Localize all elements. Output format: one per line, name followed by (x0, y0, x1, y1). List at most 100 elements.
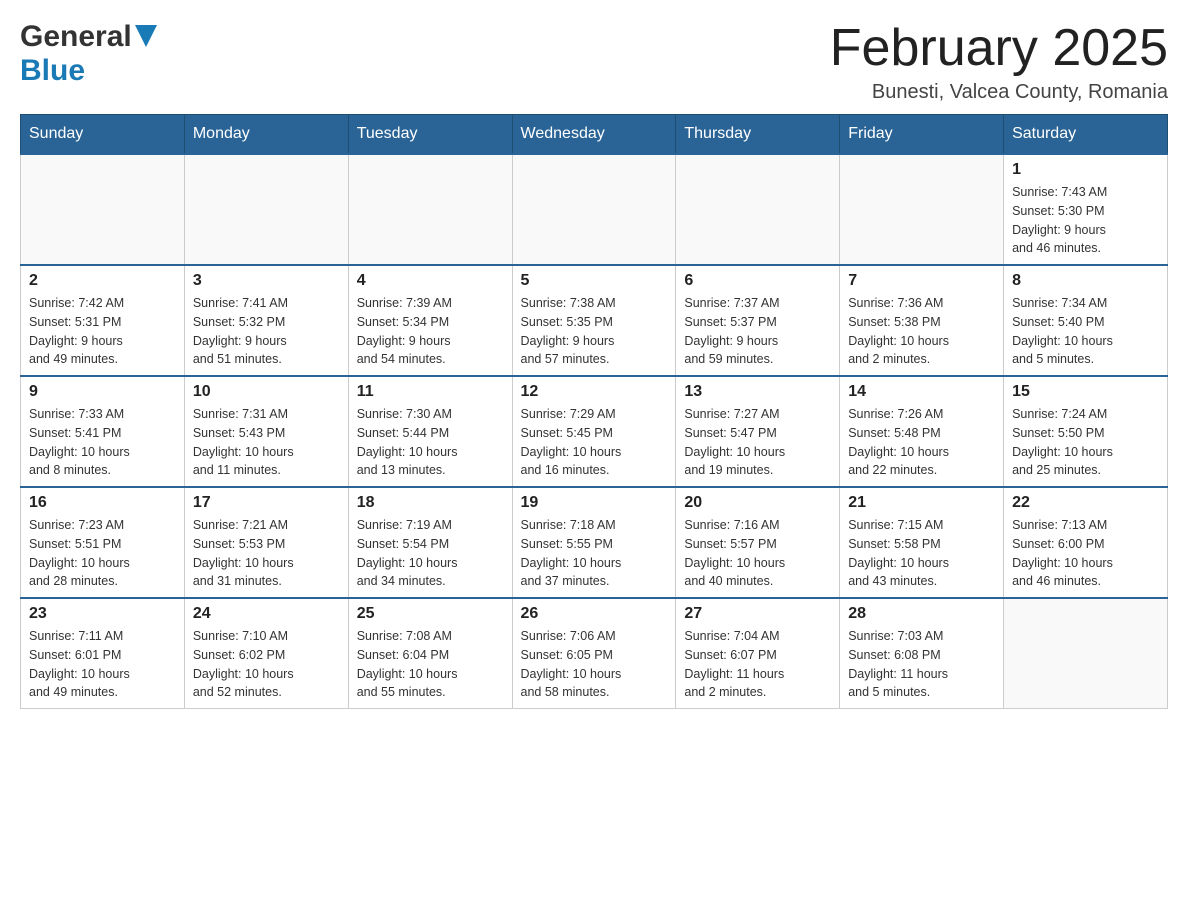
day-info: Sunrise: 7:16 AM Sunset: 5:57 PM Dayligh… (684, 516, 831, 591)
day-number: 15 (1012, 383, 1159, 401)
day-number: 23 (29, 605, 176, 623)
day-number: 16 (29, 494, 176, 512)
calendar-week-row: 9 Sunrise: 7:33 AM Sunset: 5:41 PM Daylig… (21, 376, 1168, 487)
day-number: 22 (1012, 494, 1159, 512)
calendar-week-row: 1Sunrise: 7:43 AM Sunset: 5:30 PM Daylig… (21, 154, 1168, 265)
day-info: Sunrise: 7:39 AM Sunset: 5:34 PM Dayligh… (357, 294, 504, 369)
calendar-header-row: Sunday Monday Tuesday Wednesday Thursday… (21, 115, 1168, 155)
day-info: Sunrise: 7:42 AM Sunset: 5:31 PM Dayligh… (29, 294, 176, 369)
table-row: 26Sunrise: 7:06 AM Sunset: 6:05 PM Dayli… (512, 598, 676, 709)
day-info: Sunrise: 7:36 AM Sunset: 5:38 PM Dayligh… (848, 294, 995, 369)
table-row: 13 Sunrise: 7:27 AM Sunset: 5:47 PM Dayli… (676, 376, 840, 487)
calendar-week-row: 23 Sunrise: 7:11 AM Sunset: 6:01 PM Dayli… (21, 598, 1168, 709)
day-number: 25 (357, 605, 504, 623)
table-row: 7 Sunrise: 7:36 AM Sunset: 5:38 PM Daylig… (840, 265, 1004, 376)
header-thursday: Thursday (676, 115, 840, 155)
day-info: Sunrise: 7:11 AM Sunset: 6:01 PM Dayligh… (29, 627, 176, 702)
table-row: 20 Sunrise: 7:16 AM Sunset: 5:57 PM Dayli… (676, 487, 840, 598)
day-info: Sunrise: 7:19 AM Sunset: 5:54 PM Dayligh… (357, 516, 504, 591)
page-header: General Blue February 2025 Bunesti, Valc… (20, 20, 1168, 104)
calendar-week-row: 16 Sunrise: 7:23 AM Sunset: 5:51 PM Dayli… (21, 487, 1168, 598)
table-row: 10Sunrise: 7:31 AM Sunset: 5:43 PM Dayli… (184, 376, 348, 487)
table-row (184, 154, 348, 265)
table-row (840, 154, 1004, 265)
table-row: 14 Sunrise: 7:26 AM Sunset: 5:48 PM Dayli… (840, 376, 1004, 487)
table-row: 18 Sunrise: 7:19 AM Sunset: 5:54 PM Dayli… (348, 487, 512, 598)
table-row: 27Sunrise: 7:04 AM Sunset: 6:07 PM Dayli… (676, 598, 840, 709)
day-number: 5 (521, 272, 668, 290)
day-number: 20 (684, 494, 831, 512)
table-row: 24Sunrise: 7:10 AM Sunset: 6:02 PM Dayli… (184, 598, 348, 709)
day-number: 19 (521, 494, 668, 512)
table-row: 6 Sunrise: 7:37 AM Sunset: 5:37 PM Daylig… (676, 265, 840, 376)
day-info: Sunrise: 7:08 AM Sunset: 6:04 PM Dayligh… (357, 627, 504, 702)
table-row: 5 Sunrise: 7:38 AM Sunset: 5:35 PM Daylig… (512, 265, 676, 376)
table-row: 19 Sunrise: 7:18 AM Sunset: 5:55 PM Dayli… (512, 487, 676, 598)
day-number: 13 (684, 383, 831, 401)
logo-blue-text: Blue (20, 54, 85, 88)
day-number: 3 (193, 272, 340, 290)
header-sunday: Sunday (21, 115, 185, 155)
table-row (1004, 598, 1168, 709)
header-monday: Monday (184, 115, 348, 155)
day-info: Sunrise: 7:23 AM Sunset: 5:51 PM Dayligh… (29, 516, 176, 591)
table-row: 23 Sunrise: 7:11 AM Sunset: 6:01 PM Dayli… (21, 598, 185, 709)
location-title: Bunesti, Valcea County, Romania (830, 81, 1168, 104)
table-row: 22 Sunrise: 7:13 AM Sunset: 6:00 PM Dayli… (1004, 487, 1168, 598)
table-row: 21Sunrise: 7:15 AM Sunset: 5:58 PM Dayli… (840, 487, 1004, 598)
day-info: Sunrise: 7:34 AM Sunset: 5:40 PM Dayligh… (1012, 294, 1159, 369)
day-info: Sunrise: 7:10 AM Sunset: 6:02 PM Dayligh… (193, 627, 340, 702)
table-row (676, 154, 840, 265)
header-friday: Friday (840, 115, 1004, 155)
day-number: 26 (521, 605, 668, 623)
table-row: 8 Sunrise: 7:34 AM Sunset: 5:40 PM Daylig… (1004, 265, 1168, 376)
day-info: Sunrise: 7:27 AM Sunset: 5:47 PM Dayligh… (684, 405, 831, 480)
day-info: Sunrise: 7:26 AM Sunset: 5:48 PM Dayligh… (848, 405, 995, 480)
table-row (348, 154, 512, 265)
day-info: Sunrise: 7:15 AM Sunset: 5:58 PM Dayligh… (848, 516, 995, 591)
table-row: 1Sunrise: 7:43 AM Sunset: 5:30 PM Daylig… (1004, 154, 1168, 265)
day-number: 8 (1012, 272, 1159, 290)
day-info: Sunrise: 7:18 AM Sunset: 5:55 PM Dayligh… (521, 516, 668, 591)
logo: General Blue (20, 20, 157, 88)
table-row: 15 Sunrise: 7:24 AM Sunset: 5:50 PM Dayli… (1004, 376, 1168, 487)
table-row: 28 Sunrise: 7:03 AM Sunset: 6:08 PM Dayli… (840, 598, 1004, 709)
day-number: 7 (848, 272, 995, 290)
day-info: Sunrise: 7:38 AM Sunset: 5:35 PM Dayligh… (521, 294, 668, 369)
day-number: 17 (193, 494, 340, 512)
day-number: 18 (357, 494, 504, 512)
table-row: 12 Sunrise: 7:29 AM Sunset: 5:45 PM Dayli… (512, 376, 676, 487)
calendar-week-row: 2 Sunrise: 7:42 AM Sunset: 5:31 PM Daylig… (21, 265, 1168, 376)
table-row: 2 Sunrise: 7:42 AM Sunset: 5:31 PM Daylig… (21, 265, 185, 376)
calendar-table: Sunday Monday Tuesday Wednesday Thursday… (20, 114, 1168, 709)
day-info: Sunrise: 7:03 AM Sunset: 6:08 PM Dayligh… (848, 627, 995, 702)
day-number: 28 (848, 605, 995, 623)
day-info: Sunrise: 7:33 AM Sunset: 5:41 PM Dayligh… (29, 405, 176, 480)
day-number: 12 (521, 383, 668, 401)
header-tuesday: Tuesday (348, 115, 512, 155)
table-row: 17Sunrise: 7:21 AM Sunset: 5:53 PM Dayli… (184, 487, 348, 598)
table-row (512, 154, 676, 265)
day-info: Sunrise: 7:37 AM Sunset: 5:37 PM Dayligh… (684, 294, 831, 369)
day-number: 4 (357, 272, 504, 290)
day-number: 9 (29, 383, 176, 401)
day-info: Sunrise: 7:13 AM Sunset: 6:00 PM Dayligh… (1012, 516, 1159, 591)
day-number: 6 (684, 272, 831, 290)
day-info: Sunrise: 7:29 AM Sunset: 5:45 PM Dayligh… (521, 405, 668, 480)
day-number: 10 (193, 383, 340, 401)
day-info: Sunrise: 7:43 AM Sunset: 5:30 PM Dayligh… (1012, 183, 1159, 258)
day-number: 2 (29, 272, 176, 290)
day-number: 14 (848, 383, 995, 401)
table-row (21, 154, 185, 265)
logo-arrow-icon (135, 25, 157, 47)
logo-general-text: General (20, 20, 132, 54)
header-saturday: Saturday (1004, 115, 1168, 155)
header-wednesday: Wednesday (512, 115, 676, 155)
table-row: 25 Sunrise: 7:08 AM Sunset: 6:04 PM Dayli… (348, 598, 512, 709)
table-row: 16 Sunrise: 7:23 AM Sunset: 5:51 PM Dayli… (21, 487, 185, 598)
day-info: Sunrise: 7:24 AM Sunset: 5:50 PM Dayligh… (1012, 405, 1159, 480)
month-title: February 2025 (830, 20, 1168, 77)
table-row: 9 Sunrise: 7:33 AM Sunset: 5:41 PM Daylig… (21, 376, 185, 487)
day-info: Sunrise: 7:41 AM Sunset: 5:32 PM Dayligh… (193, 294, 340, 369)
table-row: 3 Sunrise: 7:41 AM Sunset: 5:32 PM Daylig… (184, 265, 348, 376)
